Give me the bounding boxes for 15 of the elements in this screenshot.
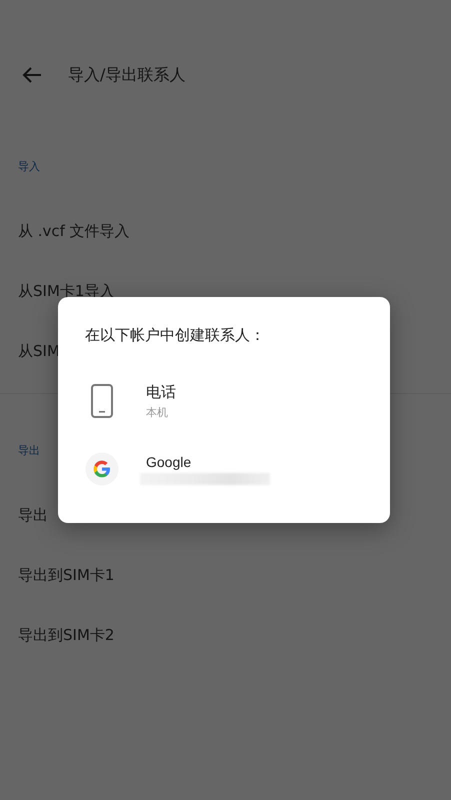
google-icon [85,452,119,486]
menu-item[interactable]: 导出到SIM卡2 [18,626,114,644]
account-name: Google [146,454,192,470]
section-header: 导入 [17,160,41,174]
account-type: 本机 [146,404,169,420]
menu-item[interactable]: 从 .vcf 文件导入 [18,222,130,240]
phone-icon [91,384,113,418]
screen-title: 导入/导出联系人 [68,64,186,86]
dialog-title: 在以下帐户中创建联系人： [84,325,266,346]
account-name: 电话 [146,382,176,402]
account-item[interactable]: 电话 本机 [58,367,390,435]
menu-item[interactable]: 导出到SIM卡1 [18,566,114,584]
menu-item[interactable]: 导出 [18,506,48,524]
section-header: 导出 [17,444,41,458]
account-item[interactable]: Google [58,435,390,503]
